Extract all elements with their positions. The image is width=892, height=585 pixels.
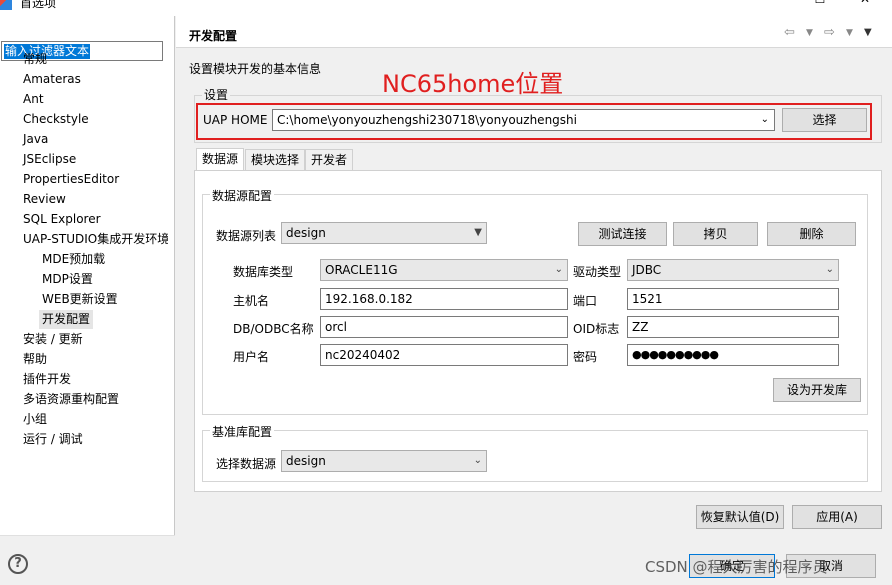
settings-group-label: 设置: [202, 86, 231, 103]
driver-type-value: JDBC: [632, 263, 662, 277]
driver-type-label: 驱动类型: [573, 265, 622, 279]
chevron-down-icon: ▼: [474, 227, 482, 238]
tree-item-amateras[interactable]: Amateras: [23, 70, 81, 89]
close-icon[interactable]: ✕: [850, 0, 880, 12]
minimize-icon[interactable]: —: [770, 0, 800, 12]
back-icon[interactable]: ⇦: [784, 25, 795, 40]
choose-button[interactable]: 选择: [782, 108, 867, 132]
driver-type-select[interactable]: JDBC ⌄: [627, 259, 839, 281]
username-input[interactable]: nc20240402: [320, 344, 568, 366]
tree-item-plugin-dev[interactable]: 插件开发: [23, 370, 71, 389]
forward-icon[interactable]: ⇨: [824, 25, 835, 40]
tree-item-multilang[interactable]: 多语资源重构配置: [23, 390, 119, 409]
view-menu-icon[interactable]: ▼: [864, 27, 872, 38]
preference-page: 开发配置 ⇦ ▼ ⇨ ▼ ▼ 设置模块开发的基本信息 NC65home位置 设置…: [176, 16, 892, 529]
annotation-label: NC65home位置: [382, 70, 564, 98]
tree-item-java[interactable]: Java: [23, 130, 48, 149]
baseline-select-label: 选择数据源: [216, 457, 277, 471]
delete-button[interactable]: 删除: [767, 222, 856, 246]
app-icon: [0, 0, 12, 10]
datasource-list-label: 数据源列表: [216, 229, 277, 243]
tree-item-checkstyle[interactable]: Checkstyle: [23, 110, 89, 129]
oid-label: OID标志: [573, 322, 620, 336]
tab-datasource[interactable]: 数据源: [196, 148, 245, 171]
forward-menu-icon[interactable]: ▼: [846, 28, 853, 38]
watermark: CSDN @程大厉害的程序员: [645, 558, 828, 576]
db-type-value: ORACLE11G: [325, 263, 398, 277]
chevron-down-icon[interactable]: ⌄: [761, 110, 769, 130]
baseline-datasource-value: design: [286, 454, 326, 468]
tree-item-review[interactable]: Review: [23, 190, 66, 209]
tab-module-select[interactable]: 模块选择: [245, 149, 306, 171]
tree-item-ant[interactable]: Ant: [23, 90, 44, 109]
dialog-footer: ? 确定 取消 CSDN @程大厉害的程序员: [0, 538, 892, 585]
tree-item-run-debug[interactable]: 运行 / 调试: [23, 430, 83, 449]
title-bar: 首选项 — ☐ ✕: [0, 0, 892, 16]
tree-item-general[interactable]: 常规: [23, 50, 47, 69]
window-title: 首选项: [20, 0, 57, 10]
db-name-label: DB/ODBC名称: [233, 322, 314, 336]
baseline-group-label: 基准库配置: [210, 423, 275, 440]
apply-button[interactable]: 应用(A): [792, 505, 882, 529]
help-icon[interactable]: ?: [8, 554, 28, 574]
maximize-icon[interactable]: ☐: [805, 0, 835, 12]
datasource-tab-panel: 数据源配置 数据源列表 design ▼ 测试连接 拷贝 删除 数据库类型 OR…: [194, 170, 882, 492]
tree-item-team[interactable]: 小组: [23, 410, 47, 429]
tree-item-uap-studio[interactable]: UAP-STUDIO集成开发环境: [23, 230, 168, 249]
restore-defaults-button[interactable]: 恢复默认值(D): [696, 505, 784, 529]
host-label: 主机名: [233, 294, 270, 308]
db-type-select[interactable]: ORACLE11G ⌄: [320, 259, 568, 281]
page-description: 设置模块开发的基本信息: [189, 62, 322, 76]
chevron-down-icon: ⌄: [825, 264, 834, 275]
oid-input[interactable]: ZZ: [627, 316, 839, 338]
tree-item-mdp-settings[interactable]: MDP设置: [42, 270, 93, 289]
page-header: 开发配置 ⇦ ▼ ⇨ ▼ ▼: [176, 16, 892, 48]
chevron-down-icon: ⌄: [473, 455, 482, 466]
uap-home-value: C:\home\yonyouzhengshi230718\yonyouzheng…: [277, 113, 577, 127]
back-menu-icon[interactable]: ▼: [806, 28, 813, 38]
username-label: 用户名: [233, 350, 270, 364]
datasource-list-value: design: [286, 226, 326, 240]
tree-item-web-update[interactable]: WEB更新设置: [42, 290, 118, 309]
tree-item-mde-preload[interactable]: MDE预加载: [42, 250, 105, 269]
page-title: 开发配置: [189, 29, 238, 43]
uap-home-label: UAP HOME: [203, 113, 268, 127]
tree-item-dev-config[interactable]: 开发配置: [39, 310, 94, 329]
port-input[interactable]: 1521: [627, 288, 839, 310]
tab-developer[interactable]: 开发者: [305, 149, 354, 171]
db-type-label: 数据库类型: [233, 265, 294, 279]
tree-item-help[interactable]: 帮助: [23, 350, 47, 369]
preference-tree-panel: 输入过滤器文本 常规 Amateras Ant Checkstyle Java …: [0, 16, 175, 553]
copy-button[interactable]: 拷贝: [673, 222, 758, 246]
tree-item-install-update[interactable]: 安装 / 更新: [23, 330, 83, 349]
set-dev-db-button[interactable]: 设为开发库: [773, 378, 861, 402]
db-name-input[interactable]: orcl: [320, 316, 568, 338]
chevron-down-icon: ⌄: [554, 264, 563, 275]
baseline-datasource-select[interactable]: design ⌄: [281, 450, 487, 472]
uap-home-combo[interactable]: C:\home\yonyouzhengshi230718\yonyouzheng…: [272, 109, 775, 131]
tree-item-properties-editor[interactable]: PropertiesEditor: [23, 170, 119, 189]
tree-item-jseclipse[interactable]: JSEclipse: [23, 150, 76, 169]
datasource-group-label: 数据源配置: [210, 187, 275, 204]
password-input[interactable]: ●●●●●●●●●●: [627, 344, 839, 366]
host-input[interactable]: 192.168.0.182: [320, 288, 568, 310]
test-connection-button[interactable]: 测试连接: [578, 222, 667, 246]
tree-item-sql-explorer[interactable]: SQL Explorer: [23, 210, 101, 229]
password-label: 密码: [573, 350, 598, 364]
datasource-list-select[interactable]: design ▼: [281, 222, 487, 244]
port-label: 端口: [573, 294, 598, 308]
